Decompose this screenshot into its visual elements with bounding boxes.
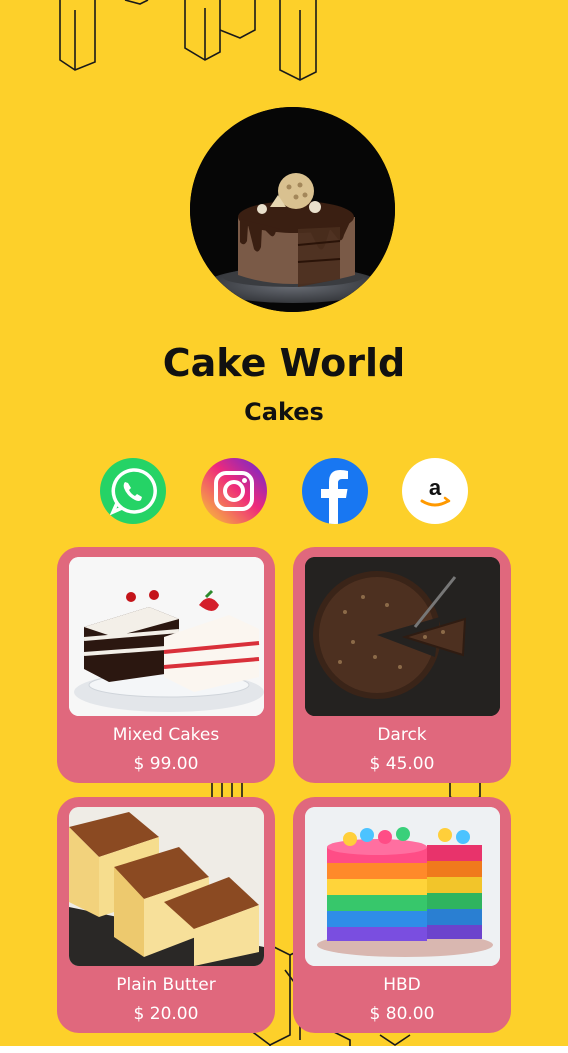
product-card-hbd[interactable]: HBD $ 80.00: [293, 797, 511, 1033]
product-price: $ 80.00: [369, 1004, 435, 1024]
profile-avatar: [190, 107, 395, 312]
product-name: Mixed Cakes: [112, 725, 220, 745]
product-price: $ 99.00: [133, 754, 199, 774]
chocolate-cake-photo: [190, 107, 395, 312]
whatsapp-icon[interactable]: [100, 458, 166, 524]
product-price: $ 20.00: [133, 1004, 199, 1024]
page-title: Cake World: [162, 341, 406, 385]
rainbow-cake-photo: [305, 807, 500, 966]
product-price: $ 45.00: [369, 754, 435, 774]
svg-text:a: a: [429, 475, 442, 500]
page-subtitle: Cakes: [244, 398, 324, 426]
facebook-icon[interactable]: [302, 458, 368, 524]
product-card-plain-butter[interactable]: Plain Butter $ 20.00: [57, 797, 275, 1033]
instagram-icon[interactable]: [201, 458, 267, 524]
product-name: Plain Butter: [116, 975, 216, 995]
product-name: Darck: [377, 725, 427, 745]
mixed-cakes-photo: [69, 557, 264, 716]
product-card-darck[interactable]: Darck $ 45.00: [293, 547, 511, 783]
butter-cake-photo: [69, 807, 264, 966]
amazon-icon[interactable]: a: [402, 458, 468, 524]
product-card-mixed-cakes[interactable]: Mixed Cakes $ 99.00: [57, 547, 275, 783]
dark-chocolate-tart-photo: [305, 557, 500, 716]
product-name: HBD: [383, 975, 421, 995]
